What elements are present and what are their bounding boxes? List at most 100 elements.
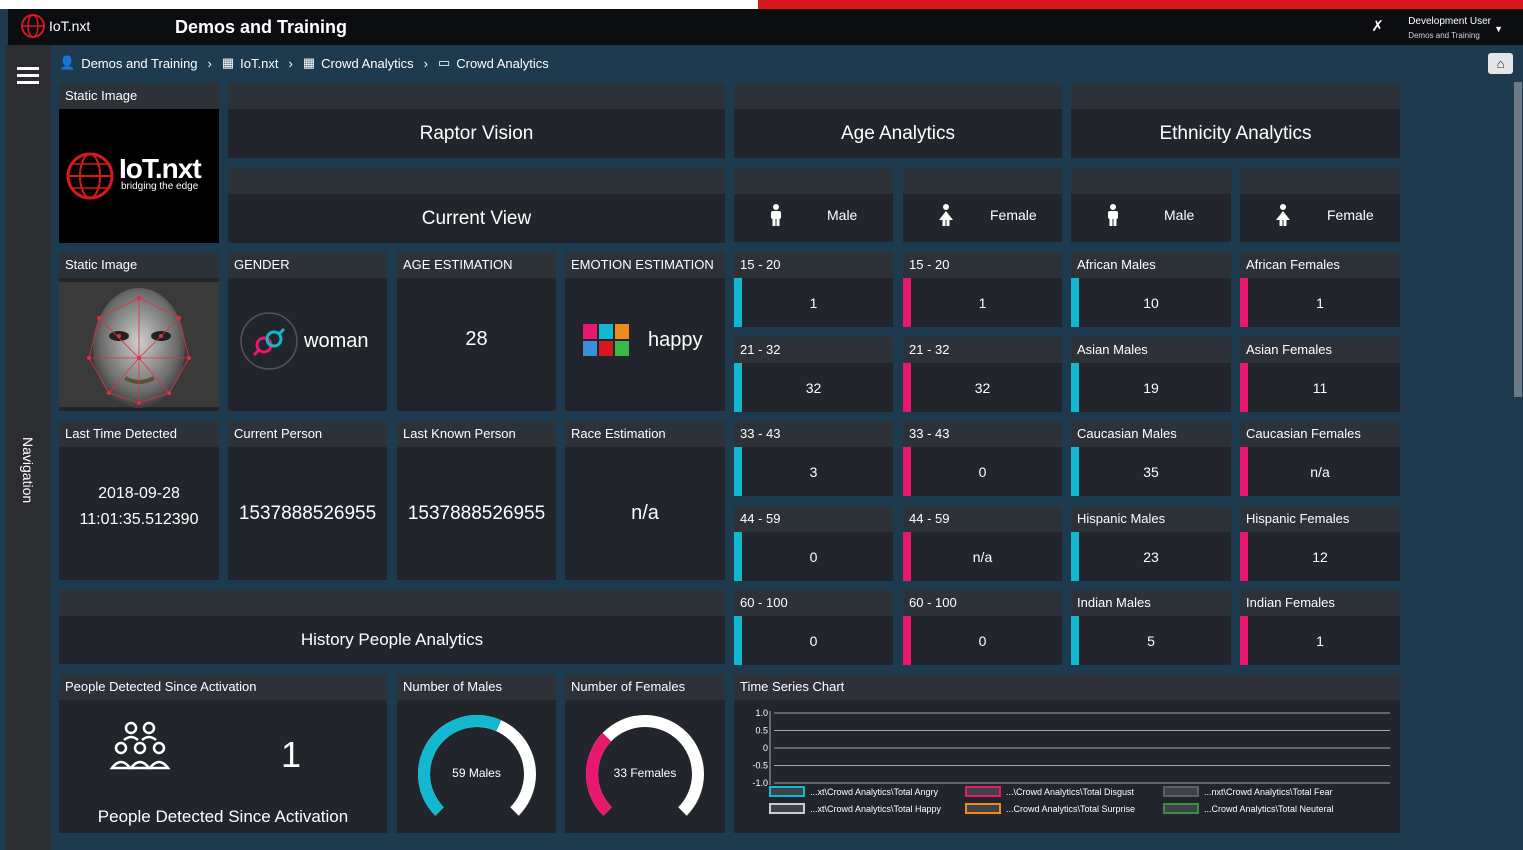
legend-item[interactable]: ...xt\Crowd Analytics\Total Angry — [769, 786, 939, 797]
stat-tile-value: n/a — [1240, 447, 1400, 496]
legend-item[interactable]: ...nxt\Crowd Analytics\Total Fear — [1163, 786, 1333, 797]
chevron-down-icon[interactable]: ▼ — [1494, 24, 1503, 34]
current-view-banner: Current View — [228, 168, 725, 243]
card-title: Static Image — [59, 252, 219, 278]
age-estimation-value: 28 — [397, 278, 556, 411]
legend-item[interactable]: ...Crowd Analytics\Total Neuteral — [1163, 803, 1334, 814]
stat-tile-color-bar — [1071, 447, 1079, 496]
stat-tile-value: 1 — [1240, 616, 1400, 665]
stat-tile-eth-male: African Males 10 — [1071, 252, 1231, 327]
chart-title: Time Series Chart — [734, 674, 1400, 700]
stat-tile-color-bar — [903, 363, 911, 412]
breadcrumb-item-crowd-analytics[interactable]: Crowd Analytics — [321, 56, 413, 71]
stat-tile-value: n/a — [903, 532, 1062, 581]
stat-tile-value: 5 — [1071, 616, 1231, 665]
stat-tile-value: 11 — [1240, 363, 1400, 412]
legend-item[interactable]: ...Crowd Analytics\Total Surprise — [965, 803, 1135, 814]
stat-tile-color-bar — [734, 278, 742, 327]
home-button[interactable]: ⌂ — [1488, 53, 1513, 74]
legend-label: ...\Crowd Analytics\Total Disgust — [1006, 787, 1135, 797]
scrollbar-thumb[interactable] — [1514, 82, 1522, 397]
stat-tile-color-bar — [1240, 616, 1248, 665]
breadcrumb-item-demos[interactable]: Demos and Training — [81, 56, 197, 71]
pin-icon[interactable]: ✗ — [1371, 17, 1384, 35]
last-known-person-value: 1537888526955 — [397, 447, 556, 580]
banner-title: History People Analytics — [59, 616, 725, 664]
breadcrumb-item-iotnxt[interactable]: IoT.nxt — [240, 56, 278, 71]
gender-header-female: Female — [903, 168, 1062, 242]
stat-tile-value: 10 — [1071, 278, 1231, 327]
hamburger-menu-icon[interactable] — [17, 67, 39, 88]
app-title: Demos and Training — [175, 17, 348, 37]
stat-tile-age-female: 44 - 59 n/a — [903, 506, 1062, 581]
stat-tile-label: Asian Females — [1240, 337, 1400, 363]
home-icon: ⌂ — [1496, 56, 1505, 71]
y-tick-label: 1.0 — [755, 708, 768, 718]
banner-title: Age Analytics — [734, 109, 1062, 158]
grid-icon: ▦ — [302, 55, 316, 70]
scrollbar[interactable] — [1513, 82, 1523, 850]
gender-card: GENDER woman — [228, 252, 387, 411]
legend-swatch — [965, 786, 1001, 797]
legend-swatch — [769, 786, 805, 797]
stat-tile-color-bar — [1240, 278, 1248, 327]
stat-tile-eth-female: Asian Females 11 — [1240, 337, 1400, 412]
app-logo[interactable]: IoT.nxt — [20, 13, 90, 39]
age-estimation-card: AGE ESTIMATION 28 — [397, 252, 556, 411]
race-estimation-value: n/a — [565, 447, 725, 580]
stat-tile-age-male: 33 - 43 3 — [734, 421, 893, 496]
people-group-icon — [109, 721, 171, 770]
stat-tile-age-female: 15 - 20 1 — [903, 252, 1062, 327]
ethnicity-analytics-banner: Ethnicity Analytics — [1071, 83, 1400, 158]
history-banner: History People Analytics — [59, 590, 725, 664]
user-icon: 👤 — [59, 55, 76, 70]
stat-tile-value: 0 — [903, 447, 1062, 496]
stat-tile-color-bar — [1071, 532, 1079, 581]
time-series-chart: 1.0 0.5 0 -0.5 -1.0 ...xt\Crowd Analytics\Tot… — [752, 708, 1390, 814]
gender-header-female: Female — [1240, 168, 1400, 242]
stat-tile-value: 12 — [1240, 532, 1400, 581]
stat-tile-color-bar — [903, 616, 911, 665]
current-person-value: 1537888526955 — [228, 447, 387, 580]
people-detected-caption: People Detected Since Activation — [97, 807, 349, 826]
stat-tile-eth-female: Caucasian Females n/a — [1240, 421, 1400, 496]
stat-tile-color-bar — [1071, 616, 1079, 665]
gender-header-label: Male — [1164, 207, 1195, 223]
stat-tile-value: 3 — [734, 447, 893, 496]
legend-swatch — [769, 803, 805, 814]
stat-tile-color-bar — [734, 532, 742, 581]
stat-tile-age-male: 60 - 100 0 — [734, 590, 893, 665]
stat-tile-value: 35 — [1071, 447, 1231, 496]
female-person-icon — [1274, 204, 1292, 229]
legend-item[interactable]: ...xt\Crowd Analytics\Total Happy — [769, 803, 942, 814]
banner-title: Ethnicity Analytics — [1071, 109, 1400, 158]
grid-icon: ▦ — [221, 55, 235, 70]
stat-tile-color-bar — [1240, 447, 1248, 496]
stat-tile-color-bar — [903, 447, 911, 496]
user-menu[interactable]: Development User Demos and Training — [1408, 15, 1491, 43]
stat-tile-value: 1 — [903, 278, 1062, 327]
dashboard-app: IoT.nxt Demos and Training ✗ Development… — [0, 0, 1523, 850]
face-landmark-image — [59, 282, 219, 408]
stat-tile-value: 1 — [1240, 278, 1400, 327]
gender-symbol-icon — [240, 312, 298, 370]
stat-tile-color-bar — [734, 447, 742, 496]
stat-tile-label: Indian Males — [1071, 590, 1231, 616]
female-person-icon — [937, 204, 955, 229]
time-series-chart-card: Time Series Chart 1.0 0.5 0 -0.5 -1.0 ...xt\C… — [734, 674, 1400, 833]
stat-tile-label: Asian Males — [1071, 337, 1231, 363]
stat-tile-label: 21 - 32 — [734, 337, 893, 363]
y-tick-label: -0.5 — [752, 761, 768, 771]
legend-item[interactable]: ...\Crowd Analytics\Total Disgust — [965, 786, 1135, 797]
stat-tile-age-female: 21 - 32 32 — [903, 337, 1062, 412]
male-person-icon — [1105, 204, 1121, 229]
card-title: Current Person — [228, 421, 387, 447]
logo-image: IoT.nxt bridging the edge — [59, 109, 219, 243]
stat-tile-age-female: 60 - 100 0 — [903, 590, 1062, 665]
legend-label: ...nxt\Crowd Analytics\Total Fear — [1204, 787, 1333, 797]
number-of-males-card: Number of Males 59 Males — [397, 674, 556, 833]
chevron-right-icon: › — [288, 55, 293, 71]
card-title: Number of Males — [397, 674, 556, 700]
sidebar-navigation-label[interactable]: Navigation — [20, 437, 36, 503]
stat-tile-label: Caucasian Males — [1071, 421, 1231, 447]
